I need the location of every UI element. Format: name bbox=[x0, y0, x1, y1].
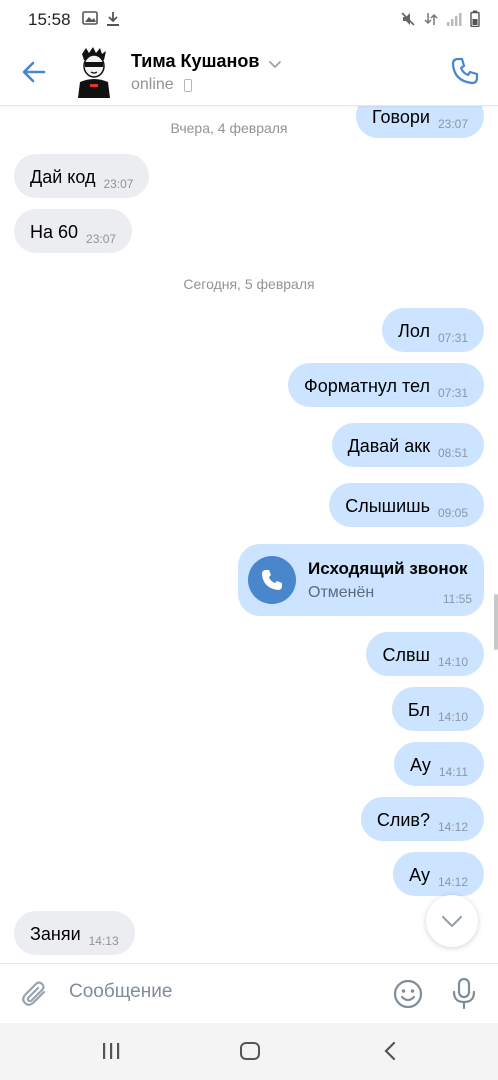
message-bubble-out[interactable]: Слышишь 09:05 bbox=[329, 483, 484, 527]
phone-icon bbox=[262, 570, 282, 590]
paperclip-icon[interactable] bbox=[20, 979, 50, 1014]
message-bubble-out[interactable]: Слив? 14:12 bbox=[360, 797, 484, 841]
date-separator: Сегодня, 5 февраля bbox=[183, 276, 315, 292]
back-arrow-icon bbox=[22, 61, 46, 83]
message-bubble-out[interactable]: Форматнул тел 07:31 bbox=[288, 363, 484, 407]
message-bubble-out[interactable]: Ау 14:11 bbox=[394, 742, 484, 786]
chevron-down-icon bbox=[441, 915, 463, 928]
message-text: Дай код bbox=[30, 167, 96, 188]
download-icon bbox=[106, 11, 120, 32]
scroll-to-bottom-button[interactable] bbox=[426, 895, 478, 947]
nav-back-icon[interactable] bbox=[379, 1040, 401, 1067]
message-text: Форматнул тел bbox=[304, 376, 430, 397]
call-time: 11:55 bbox=[442, 592, 472, 606]
call-circle[interactable] bbox=[248, 556, 296, 604]
message-time: 14:11 bbox=[438, 765, 468, 780]
message-bubble-out[interactable]: Давай акк 08:51 bbox=[331, 423, 484, 467]
message-text: Слив? bbox=[376, 810, 430, 831]
mute-icon bbox=[400, 11, 416, 32]
message-time: 23:07 bbox=[86, 232, 117, 247]
recent-apps-icon[interactable] bbox=[100, 1040, 122, 1067]
scrollbar[interactable] bbox=[494, 594, 498, 650]
message-time: 14:12 bbox=[437, 820, 468, 835]
signal-icon bbox=[446, 11, 462, 32]
message-time: 14:10 bbox=[437, 710, 468, 725]
smile-icon[interactable] bbox=[392, 978, 424, 1015]
microphone-icon[interactable] bbox=[450, 977, 478, 1016]
message-time: 14:10 bbox=[437, 655, 468, 670]
message-bubble-out[interactable]: Бл 14:10 bbox=[391, 687, 484, 731]
message-text: Ау bbox=[410, 755, 431, 776]
message-time: 07:31 bbox=[437, 331, 468, 346]
call-title: Исходящий звонок bbox=[308, 559, 468, 578]
message-text: Давай акк bbox=[347, 436, 430, 457]
system-navigation-bar bbox=[0, 1023, 498, 1080]
message-bubble-in[interactable]: Дай код 23:07 bbox=[14, 154, 150, 198]
message-bubble-out[interactable]: Слвш 14:10 bbox=[366, 632, 484, 676]
battery-icon bbox=[470, 10, 480, 32]
date-separator: Вчера, 4 февраля bbox=[170, 120, 288, 136]
data-transfer-icon bbox=[424, 11, 438, 32]
contact-name[interactable]: Тима Кушанов bbox=[131, 51, 259, 72]
message-text: Слвш bbox=[382, 645, 430, 666]
avatar[interactable] bbox=[72, 46, 116, 98]
message-text: Слышишь bbox=[345, 496, 430, 517]
back-button[interactable] bbox=[18, 56, 50, 88]
message-bubble-in[interactable]: Заняи 14:13 bbox=[14, 911, 135, 955]
mobile-icon bbox=[184, 79, 192, 92]
message-time: 07:31 bbox=[437, 386, 468, 401]
status-bar: 15:58 bbox=[0, 0, 498, 38]
message-bubble-out[interactable]: Лол 07:31 bbox=[382, 308, 484, 352]
phone-icon bbox=[451, 57, 479, 85]
status-time: 15:58 bbox=[28, 10, 71, 29]
message-text: Ау bbox=[409, 865, 430, 886]
call-button[interactable] bbox=[450, 56, 480, 86]
message-composer: Сообщение bbox=[0, 963, 498, 1023]
message-text: Бл bbox=[407, 700, 430, 721]
message-time: 09:05 bbox=[437, 506, 468, 521]
message-time: 08:51 bbox=[437, 446, 468, 461]
gallery-icon bbox=[82, 11, 98, 30]
message-list[interactable]: Говори 23:07 Вчера, 4 февраля Дай код 23:0… bbox=[0, 106, 498, 963]
chat-header: Тима Кушанов online bbox=[0, 38, 498, 106]
message-text: На 60 bbox=[30, 222, 79, 243]
message-text: Заняи bbox=[30, 924, 81, 945]
message-bubble-out[interactable]: Ау 14:12 bbox=[393, 852, 484, 896]
home-icon[interactable] bbox=[239, 1040, 261, 1067]
message-input[interactable]: Сообщение bbox=[69, 981, 172, 1003]
chevron-down-icon[interactable] bbox=[268, 57, 282, 75]
call-status: Отменён bbox=[308, 584, 375, 601]
outgoing-call-card[interactable]: Исходящий звонок Отменён 11:55 bbox=[238, 544, 484, 616]
message-bubble-in[interactable]: На 60 23:07 bbox=[14, 209, 133, 253]
message-text: Лол bbox=[398, 321, 430, 342]
message-time: 23:07 bbox=[103, 177, 134, 192]
contact-status: online bbox=[131, 76, 174, 93]
message-time: 14:13 bbox=[88, 934, 119, 949]
